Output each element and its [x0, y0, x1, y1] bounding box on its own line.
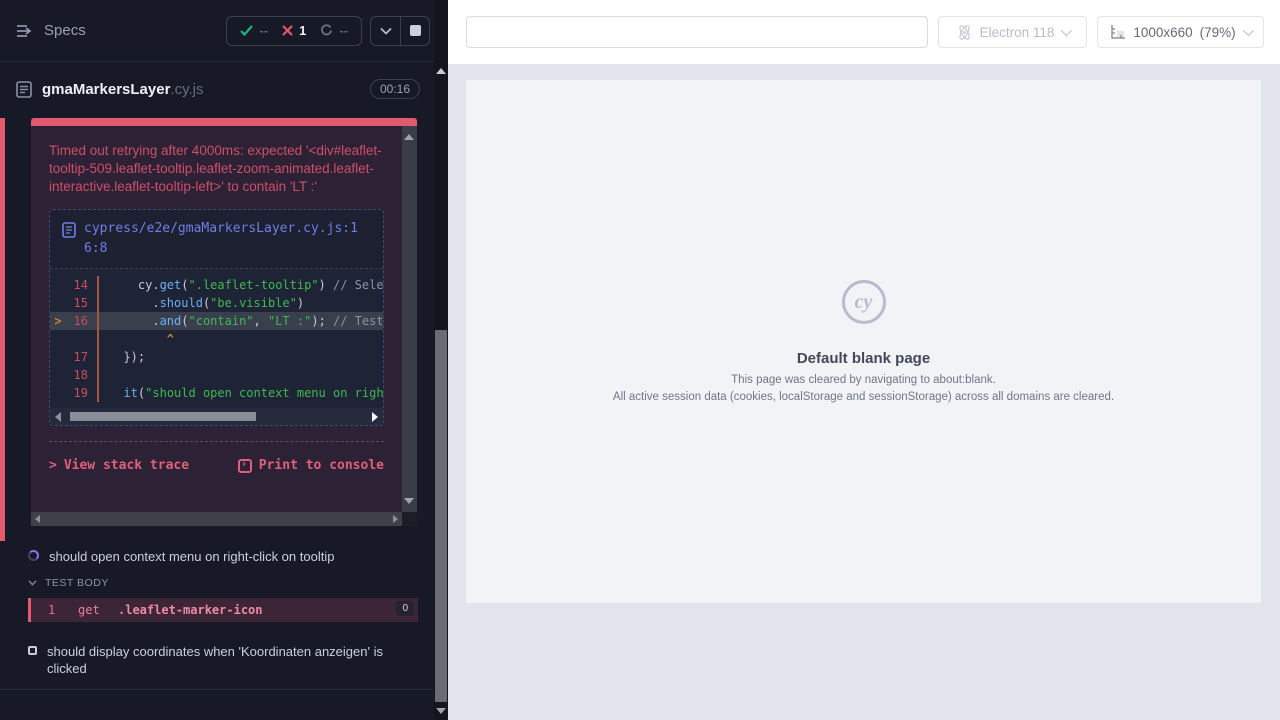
- runner-controls: [370, 16, 430, 46]
- chevron-down-icon: [1242, 25, 1253, 36]
- spec-row[interactable]: gmaMarkersLayer.cy.js 00:16: [0, 62, 434, 116]
- pending-icon: [28, 646, 37, 655]
- chevron-down-icon: [380, 27, 392, 35]
- test-title: should display coordinates when 'Koordin…: [47, 643, 392, 677]
- restart-icon: [320, 24, 333, 37]
- stop-icon: [410, 25, 421, 36]
- aut-iframe: cy Default blank page This page was clea…: [466, 80, 1261, 603]
- test-stats[interactable]: -- 1 --: [226, 16, 362, 46]
- aut-body: cy Default blank page This page was clea…: [448, 64, 1280, 720]
- stat-passed: --: [240, 23, 268, 38]
- viewport-size-icon: [1110, 24, 1126, 40]
- test-pending[interactable]: should display coordinates when 'Koordin…: [0, 643, 434, 677]
- scroll-left-icon: [55, 412, 61, 422]
- chevron-down-icon: [28, 580, 37, 586]
- url-input[interactable]: [466, 16, 928, 48]
- browser-selector[interactable]: Electron 118: [938, 16, 1087, 48]
- scroll-up-icon: [404, 134, 414, 140]
- electron-icon: [956, 24, 973, 41]
- command-count-badge: 0: [396, 601, 414, 616]
- blank-page-line2: All active session data (cookies, localS…: [613, 391, 1114, 403]
- cypress-logo: cy: [842, 280, 886, 324]
- code-horizontal-scrollbar[interactable]: [50, 408, 383, 425]
- collapse-button[interactable]: [371, 16, 400, 46]
- spec-file-icon: [16, 81, 32, 98]
- stop-button[interactable]: [400, 16, 429, 46]
- specs-label: Specs: [44, 22, 86, 39]
- scroll-right-icon: [393, 515, 398, 523]
- code-frame: cypress/e2e/gmaMarkersLayer.cy.js:16:8 1…: [49, 209, 384, 426]
- viewport-label: 1000x660: [1133, 25, 1192, 40]
- error-message: Timed out retrying after 4000ms: expecte…: [49, 142, 389, 196]
- console-icon: [238, 459, 252, 473]
- spec-name: gmaMarkersLayer.cy.js: [42, 81, 203, 98]
- blank-page-title: Default blank page: [797, 350, 930, 367]
- scrollbar-corner: [402, 512, 417, 526]
- error-top-bar: [31, 118, 417, 126]
- command-method: get: [78, 603, 118, 617]
- chevron-down-icon: [1061, 25, 1072, 36]
- spinner-icon: [28, 550, 39, 561]
- view-stack-trace-link[interactable]: > View stack trace: [49, 458, 189, 473]
- stat-failed: 1: [282, 23, 306, 38]
- reporter-header: Specs -- 1 --: [0, 0, 434, 62]
- reporter-vertical-scrollbar[interactable]: [434, 0, 448, 720]
- code-frame-file-link[interactable]: cypress/e2e/gmaMarkersLayer.cy.js:16:8: [50, 210, 383, 269]
- x-icon: [282, 25, 293, 36]
- failed-test-strip: [0, 118, 5, 541]
- file-icon: [62, 222, 76, 238]
- app: Specs -- 1 --: [0, 0, 1280, 720]
- zoom-label: (79%): [1200, 25, 1236, 40]
- test-body-toggle[interactable]: TEST BODY: [0, 577, 434, 589]
- spec-timer: 00:16: [370, 79, 420, 99]
- viewport-selector[interactable]: 1000x660 (79%): [1097, 16, 1264, 48]
- error-horizontal-scrollbar[interactable]: [31, 512, 417, 526]
- scroll-up-icon: [436, 68, 446, 74]
- check-icon: [240, 25, 253, 36]
- print-to-console-button[interactable]: Print to console: [238, 458, 384, 473]
- blank-page-line1: This page was cleared by navigating to a…: [731, 374, 996, 386]
- scroll-right-icon: [372, 412, 378, 422]
- error-divider: [49, 441, 384, 442]
- scroll-left-icon: [35, 515, 40, 523]
- error-content: Timed out retrying after 4000ms: expecte…: [31, 126, 402, 512]
- code-lines: 14 cy.get(".leaflet-tooltip") // Sele15 …: [50, 269, 383, 408]
- test-list: should open context menu on right-click …: [0, 541, 434, 690]
- error-vertical-scrollbar[interactable]: [402, 126, 417, 512]
- chevron-right-icon: >: [49, 458, 57, 473]
- scrollbar-thumb[interactable]: [435, 330, 447, 702]
- command-message: .leaflet-marker-icon: [118, 603, 263, 617]
- browser-label: Electron 118: [980, 25, 1055, 40]
- scrollbar-thumb[interactable]: [70, 412, 256, 421]
- specs-menu-icon[interactable]: [16, 24, 34, 38]
- aut-header: Electron 118 1000x660 (79%): [448, 0, 1280, 64]
- scroll-down-icon: [404, 498, 414, 504]
- scroll-down-icon: [436, 708, 446, 714]
- aut-panel: Electron 118 1000x660 (79%) cy Default b…: [448, 0, 1280, 720]
- stat-pending: --: [320, 23, 348, 38]
- test-title: should open context menu on right-click …: [49, 548, 334, 565]
- reporter-sidebar: Specs -- 1 --: [0, 0, 434, 720]
- test-running[interactable]: should open context menu on right-click …: [0, 548, 434, 565]
- list-divider: [0, 689, 434, 690]
- error-region: Timed out retrying after 4000ms: expecte…: [0, 118, 434, 541]
- command-row[interactable]: 1 get .leaflet-marker-icon 0: [28, 598, 418, 622]
- command-number: 1: [48, 603, 78, 617]
